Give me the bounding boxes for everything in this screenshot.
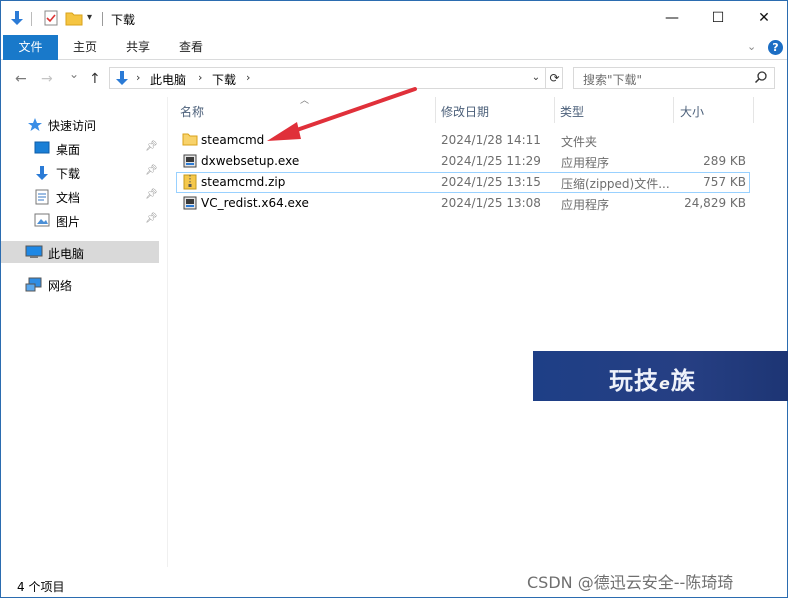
banner-text-part: 族 <box>670 367 696 395</box>
banner-logo: 玩技e族 <box>609 361 696 396</box>
annotation-arrow <box>267 87 417 141</box>
item-count: 4 个项目 <box>17 580 65 594</box>
banner-text-part: 玩技 <box>609 367 659 395</box>
banner-text-e: e <box>659 374 671 393</box>
promo-banner: 玩技e族 <box>533 351 788 401</box>
explorer-window: ▾ 下载 — ☐ ✕ 文件 主页 共享 查看 ⌄ ? ← → ⌄ ↑ › 此电脑… <box>0 0 788 598</box>
watermark: CSDN @德迅云安全--陈琦琦 <box>527 573 734 592</box>
